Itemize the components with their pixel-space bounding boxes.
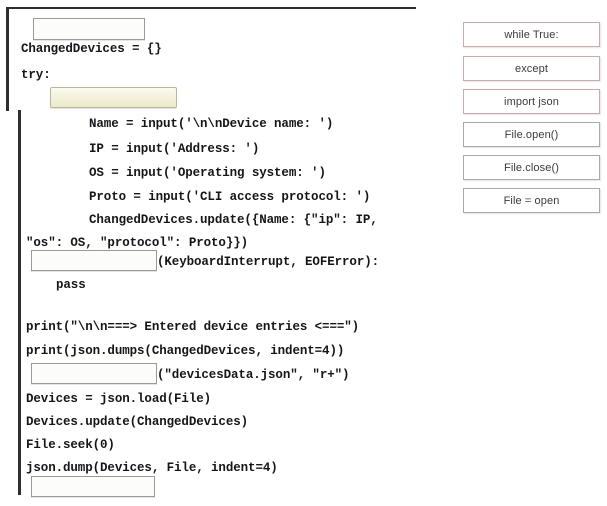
code-line-14: Devices = json.load(File) — [26, 392, 212, 406]
code-line-9: (KeyboardInterrupt, EOFError): — [157, 255, 380, 269]
code-line-11: print("\n\n===> Entered device entries <… — [26, 320, 360, 334]
code-line-1: ChangedDevices = {} — [21, 42, 162, 56]
code-line-3: Name = input('\n\nDevice name: ') — [89, 117, 334, 131]
code-line-8: "os": OS, "protocol": Proto}}) — [26, 236, 249, 250]
code-line-17: json.dump(Devices, File, indent=4) — [26, 461, 278, 475]
code-line-12: print(json.dumps(ChangedDevices, indent=… — [26, 344, 345, 358]
option-label: import json — [504, 95, 559, 108]
code-snippet: ChangedDevices = {} try: Name = input('\… — [0, 0, 440, 506]
code-line-15: Devices.update(ChangedDevices) — [26, 415, 249, 429]
code-line-13: ("devicesData.json", "r+") — [157, 368, 350, 382]
code-line-10: pass — [56, 278, 86, 292]
code-line-5: OS = input('Operating system: ') — [89, 166, 326, 180]
code-blank-2[interactable] — [50, 87, 177, 108]
option-import-json[interactable]: import json — [463, 89, 600, 114]
code-line-16: File.seek(0) — [26, 438, 115, 452]
code-blank-5[interactable] — [31, 476, 155, 497]
option-file-close[interactable]: File.close() — [463, 155, 600, 180]
option-label: File.open() — [504, 128, 559, 141]
code-blank-4[interactable] — [31, 363, 157, 384]
option-label: while True: — [504, 28, 559, 41]
option-label: except — [514, 62, 548, 75]
answer-options-panel: while True: except import json File.open… — [463, 0, 607, 506]
code-line-6: Proto = input('CLI access protocol: ') — [89, 190, 371, 204]
code-line-2: try: — [21, 68, 51, 82]
option-file-equals-open[interactable]: File = open — [463, 188, 600, 213]
question-stage: ChangedDevices = {} try: Name = input('\… — [0, 0, 607, 506]
option-label: File.close() — [504, 161, 559, 174]
code-line-7: ChangedDevices.update({Name: {"ip": IP, — [89, 213, 378, 227]
option-while-true[interactable]: while True: — [463, 22, 600, 47]
code-blank-3[interactable] — [31, 250, 157, 271]
code-blank-1[interactable] — [33, 18, 145, 40]
option-file-open-method[interactable]: File.open() — [463, 122, 600, 147]
option-except[interactable]: except — [463, 56, 600, 81]
code-line-4: IP = input('Address: ') — [89, 142, 260, 156]
option-label: File = open — [503, 194, 560, 207]
